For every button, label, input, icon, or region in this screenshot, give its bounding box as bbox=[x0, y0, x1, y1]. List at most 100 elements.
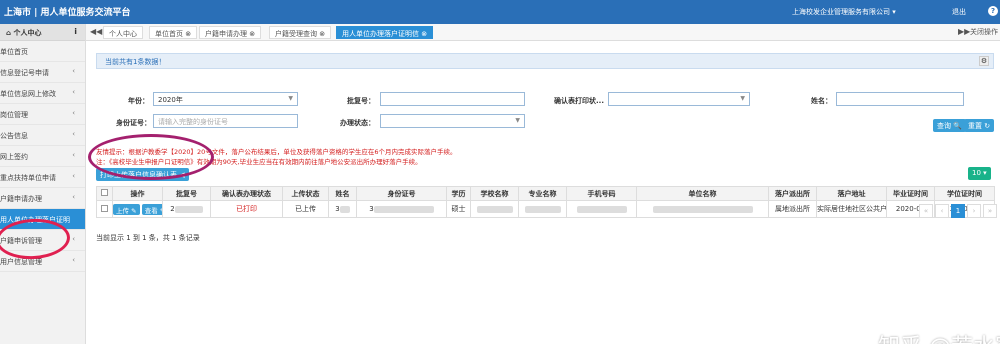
name-input[interactable] bbox=[836, 92, 964, 106]
cell-id: 3 bbox=[356, 200, 447, 218]
company-dropdown[interactable]: 上海校发企业管理服务有限公司 ▾ bbox=[792, 7, 896, 17]
chevron-left-icon: ‹ bbox=[72, 88, 75, 96]
header-school[interactable]: 学校名称 bbox=[470, 186, 519, 201]
tab-bar: ◀◀ 个人中心 单位首页 ⊗ 户籍申请办理 ⊗ 户籍受理查询 ⊗ 用人单位办理落… bbox=[86, 24, 1000, 41]
cell-major bbox=[518, 200, 567, 218]
view-button[interactable]: 查看 ✎ bbox=[141, 203, 162, 215]
cell-degree: 硕士 bbox=[446, 200, 471, 218]
top-bar: 上海市 | 用人单位服务交流平台 上海校发企业管理服务有限公司 ▾ 退出 ? bbox=[0, 0, 1000, 24]
reset-button[interactable]: 重置 ↻ bbox=[964, 119, 995, 132]
header-station[interactable]: 落户派出所 bbox=[768, 186, 817, 201]
year-label: 年份： bbox=[128, 97, 149, 105]
year-select-value: 2020年 bbox=[158, 96, 183, 104]
chevron-left-icon: ‹ bbox=[72, 193, 75, 201]
cell-station: 属地派出所 bbox=[768, 200, 817, 218]
chevron-left-icon: ‹ bbox=[72, 172, 75, 180]
chevron-left-icon: ‹ bbox=[72, 256, 75, 264]
help-icon[interactable]: ? bbox=[988, 6, 998, 16]
batch-label: 批复号： bbox=[347, 97, 375, 105]
zhihu-watermark: 知乎 @若水寒 bbox=[878, 329, 1000, 344]
pager-last[interactable]: » bbox=[983, 204, 997, 218]
sidebar-item-label: 信息登记号申请 bbox=[0, 69, 49, 77]
cell-upload-status: 已上传 bbox=[282, 200, 329, 218]
page-size-select[interactable]: 10 ▾ bbox=[968, 167, 991, 180]
header-id[interactable]: 身份证号 bbox=[356, 186, 447, 201]
chevron-down-icon: ▼ bbox=[515, 117, 520, 124]
table-row: 上传 ✎ 查看 ✎ 2 已打印 已上传 3 3 硕士 属地派出所 实际居住地社区… bbox=[96, 200, 995, 218]
sidebar-item[interactable]: 户籍申请办理 ‹ bbox=[0, 188, 85, 209]
confirm-status-select[interactable]: ▼ bbox=[608, 92, 750, 106]
id-input[interactable]: 请输入完整的身份证号 bbox=[153, 114, 298, 128]
header-confirm-status[interactable]: 确认表办理状态 bbox=[210, 186, 283, 201]
record-count-notice: 当前共有1条数据！ ⚙ bbox=[96, 53, 994, 69]
cell-phone bbox=[566, 200, 637, 218]
header-grad-date[interactable]: 毕业证时间 bbox=[886, 186, 935, 201]
platform-title: 上海市 | 用人单位服务交流平台 bbox=[4, 8, 131, 18]
tab-household-query[interactable]: 户籍受理查询 ⊗ bbox=[269, 26, 332, 39]
sidebar-item-label: 公告信息 bbox=[0, 132, 28, 140]
tab-settlement-certificate[interactable]: 用人单位办理落户证明信 ⊗ bbox=[336, 26, 434, 39]
chevron-left-icon: ‹ bbox=[72, 109, 75, 117]
header-batch[interactable]: 批复号 bbox=[162, 186, 211, 201]
pager-current[interactable]: 1 bbox=[951, 204, 965, 218]
tab-forward-icon[interactable]: ▶▶ bbox=[958, 27, 970, 36]
magenta-ellipse-annotation bbox=[88, 134, 214, 180]
main-content: 当前共有1条数据！ ⚙ 年份： 2020年 ▼ 批复号： 确认表打印状... ▼… bbox=[86, 41, 1000, 344]
cell-confirm-status: 已打印 bbox=[210, 200, 283, 218]
pager-next[interactable]: › bbox=[967, 204, 981, 218]
sidebar-item-label: 单位首页 bbox=[0, 48, 28, 56]
results-table: 操作 批复号 确认表办理状态 上传状态 姓名 身份证号 学历 学校名称 专业名称… bbox=[96, 186, 995, 218]
close-operations-button[interactable]: 关闭操作 bbox=[970, 27, 998, 37]
pagination-info: 当前显示 1 到 1 条，共 1 条记录 bbox=[96, 234, 200, 242]
sidebar-item[interactable]: 岗位管理 ‹ bbox=[0, 104, 85, 125]
cell-company bbox=[636, 200, 769, 218]
header-degree[interactable]: 学历 bbox=[446, 186, 471, 201]
chevron-down-icon: ▼ bbox=[288, 95, 293, 102]
chevron-left-icon: ‹ bbox=[72, 235, 75, 243]
chevron-down-icon: ▼ bbox=[740, 95, 745, 102]
sidebar-item[interactable]: 单位首页 bbox=[0, 41, 85, 62]
sidebar-item-label: 单位信息网上修改 bbox=[0, 90, 56, 98]
cell-batch: 2 bbox=[162, 200, 211, 218]
logout-link[interactable]: 退出 bbox=[952, 7, 966, 17]
status-label: 办理状态： bbox=[340, 119, 375, 127]
pager-first[interactable]: « bbox=[919, 204, 933, 218]
id-label: 身份证号： bbox=[116, 119, 151, 127]
batch-input[interactable] bbox=[380, 92, 525, 106]
sidebar-item[interactable]: 重点扶持单位申请 ‹ bbox=[0, 167, 85, 188]
row-select-checkbox[interactable] bbox=[96, 200, 113, 218]
cell-name: 3 bbox=[328, 200, 357, 218]
pager-prev[interactable]: ‹ bbox=[935, 204, 949, 218]
sidebar: ⌂ 个人中心 i 单位首页 信息登记号申请 ‹ 单位信息网上修改 ‹ 岗位管理 ‹ 公告信息 ‹… bbox=[0, 24, 86, 344]
sidebar-item[interactable]: 网上签约 ‹ bbox=[0, 146, 85, 167]
tab-back-icon[interactable]: ◀◀ bbox=[90, 27, 102, 36]
header-operation[interactable]: 操作 bbox=[112, 186, 163, 201]
chevron-left-icon: ‹ bbox=[72, 151, 75, 159]
info-icon[interactable]: i bbox=[74, 27, 77, 36]
sidebar-item[interactable]: 公告信息 ‹ bbox=[0, 125, 85, 146]
header-degree-date[interactable]: 学位证时间 bbox=[934, 186, 995, 201]
header-major[interactable]: 专业名称 bbox=[518, 186, 567, 201]
tab-personal-center[interactable]: 个人中心 bbox=[103, 26, 143, 39]
cell-school bbox=[470, 200, 519, 218]
sidebar-item[interactable]: 信息登记号申请 ‹ bbox=[0, 62, 85, 83]
status-select[interactable]: ▼ bbox=[380, 114, 525, 128]
header-name[interactable]: 姓名 bbox=[328, 186, 357, 201]
sidebar-item[interactable]: 单位信息网上修改 ‹ bbox=[0, 83, 85, 104]
query-button[interactable]: 查询 🔍 bbox=[933, 119, 966, 132]
confirm-status-label: 确认表打印状... bbox=[554, 97, 604, 105]
upload-button[interactable]: 上传 ✎ bbox=[113, 203, 140, 215]
gear-icon[interactable]: ⚙ bbox=[979, 56, 989, 66]
header-address[interactable]: 落户地址 bbox=[816, 186, 887, 201]
tab-unit-home[interactable]: 单位首页 ⊗ bbox=[149, 26, 198, 39]
sidebar-item-label: 户籍申请办理 bbox=[0, 195, 42, 203]
table-header-row: 操作 批复号 确认表办理状态 上传状态 姓名 身份证号 学历 学校名称 专业名称… bbox=[96, 186, 995, 201]
header-company[interactable]: 单位名称 bbox=[636, 186, 769, 201]
header-select[interactable] bbox=[96, 186, 113, 201]
tab-household-apply[interactable]: 户籍申请办理 ⊗ bbox=[199, 26, 262, 39]
header-phone[interactable]: 手机号码 bbox=[566, 186, 637, 201]
cell-address: 实际居住地社区公共户 bbox=[816, 200, 887, 218]
year-select[interactable]: 2020年 ▼ bbox=[153, 92, 298, 106]
chevron-left-icon: ‹ bbox=[72, 130, 75, 138]
header-upload-status[interactable]: 上传状态 bbox=[282, 186, 329, 201]
